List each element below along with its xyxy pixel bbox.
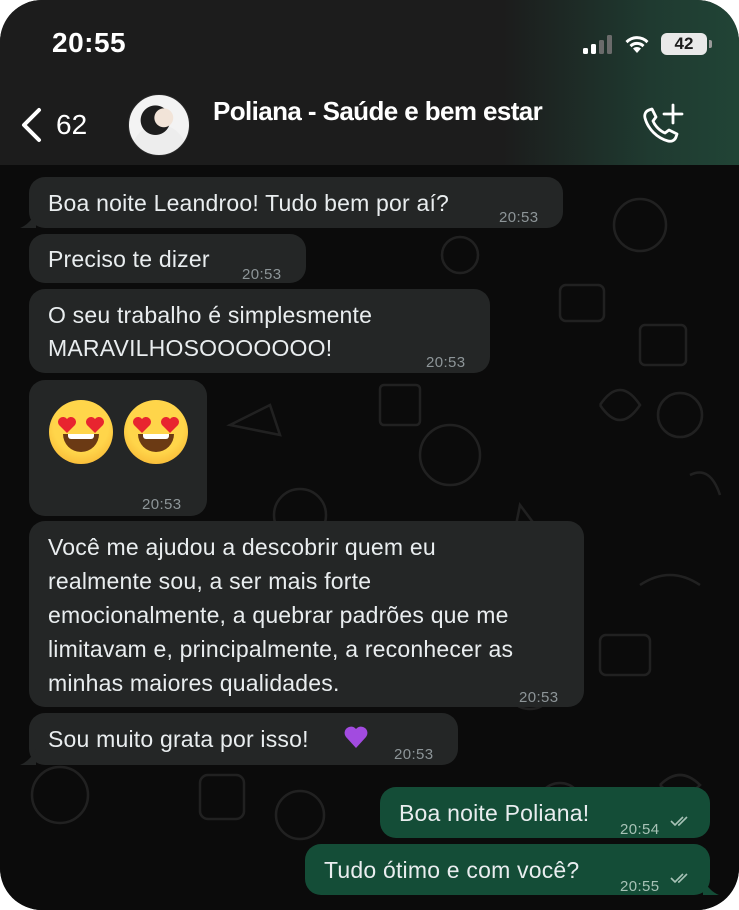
contact-name[interactable]: Poliana - Saúde e bem estar	[213, 96, 543, 127]
message-text: O seu trabalho é simplesmente	[48, 302, 373, 328]
message-time: 20:55	[620, 878, 660, 895]
message-time: 20:53	[142, 496, 182, 513]
message-text: limitavam e, principalmente, a reconhece…	[48, 636, 514, 662]
message-bubble-outgoing[interactable]: Tudo ótimo e com você? 20:55	[305, 844, 719, 895]
message-text: Sou muito grata por isso!	[48, 726, 309, 752]
status-icons: 42	[583, 30, 712, 58]
status-time: 20:55	[52, 27, 127, 58]
heart-eyes-emoji-icon	[124, 400, 188, 464]
read-check-icon	[670, 816, 688, 827]
message-bubble-outgoing[interactable]: Boa noite Poliana! 20:54	[380, 787, 710, 838]
bubble-tail	[20, 212, 36, 228]
cellular-signal-icon	[583, 34, 613, 54]
message-bubble-incoming[interactable]: Sou muito grata por isso! 20:53	[20, 713, 458, 765]
message-text: MARAVILHOSOOOOOOO!	[48, 335, 333, 361]
message-bubble-incoming[interactable]: Preciso te dizer 20:53	[29, 234, 306, 283]
back-button[interactable]: 62	[18, 102, 108, 148]
message-bubble-incoming[interactable]: Você me ajudou a descobrir quem eu realm…	[29, 521, 584, 707]
message-bubble-incoming[interactable]: Boa noite Leandroo! Tudo bem por aí? 20:…	[20, 177, 563, 228]
battery-indicator: 42	[661, 33, 712, 55]
add-call-button[interactable]	[640, 102, 688, 146]
message-text: Tudo ótimo e com você?	[324, 857, 580, 883]
phone-plus-icon	[643, 103, 684, 143]
message-text: Boa noite Poliana!	[399, 800, 590, 826]
phone-screen: 20:55 42 62 Poliana - Saúde e bem estar	[0, 0, 739, 910]
purple-heart-icon	[344, 726, 368, 748]
message-text: Preciso te dizer	[48, 246, 210, 272]
message-text: emocionalmente, a quebrar padrões que me	[48, 602, 509, 628]
message-time: 20:54	[620, 821, 660, 838]
chat-area[interactable]: Boa noite Leandroo! Tudo bem por aí? 20:…	[0, 165, 739, 910]
message-time: 20:53	[394, 746, 434, 763]
message-text: Boa noite Leandroo! Tudo bem por aí?	[48, 190, 450, 216]
chat-header: 20:55 42 62 Poliana - Saúde e bem estar	[0, 0, 739, 165]
message-text: minhas maiores qualidades.	[48, 670, 340, 696]
read-check-icon	[670, 873, 688, 884]
unread-count: 62	[56, 109, 88, 140]
wifi-icon	[625, 36, 649, 53]
message-text: Você me ajudou a descobrir quem eu	[48, 534, 436, 560]
message-time: 20:53	[426, 354, 466, 371]
message-text: realmente sou, a ser mais forte	[48, 568, 372, 594]
bubble-tail	[703, 879, 719, 895]
chevron-left-icon	[22, 108, 41, 142]
message-time: 20:53	[519, 689, 559, 706]
message-bubble-emoji[interactable]: 20:53	[29, 380, 207, 516]
message-time: 20:53	[242, 266, 282, 283]
message-bubble-incoming[interactable]: O seu trabalho é simplesmente MARAVILHOS…	[29, 289, 490, 373]
message-time: 20:53	[499, 209, 539, 226]
contact-avatar[interactable]	[128, 94, 190, 156]
bubble-tail	[20, 749, 36, 765]
heart-eyes-emoji-icon	[49, 400, 113, 464]
